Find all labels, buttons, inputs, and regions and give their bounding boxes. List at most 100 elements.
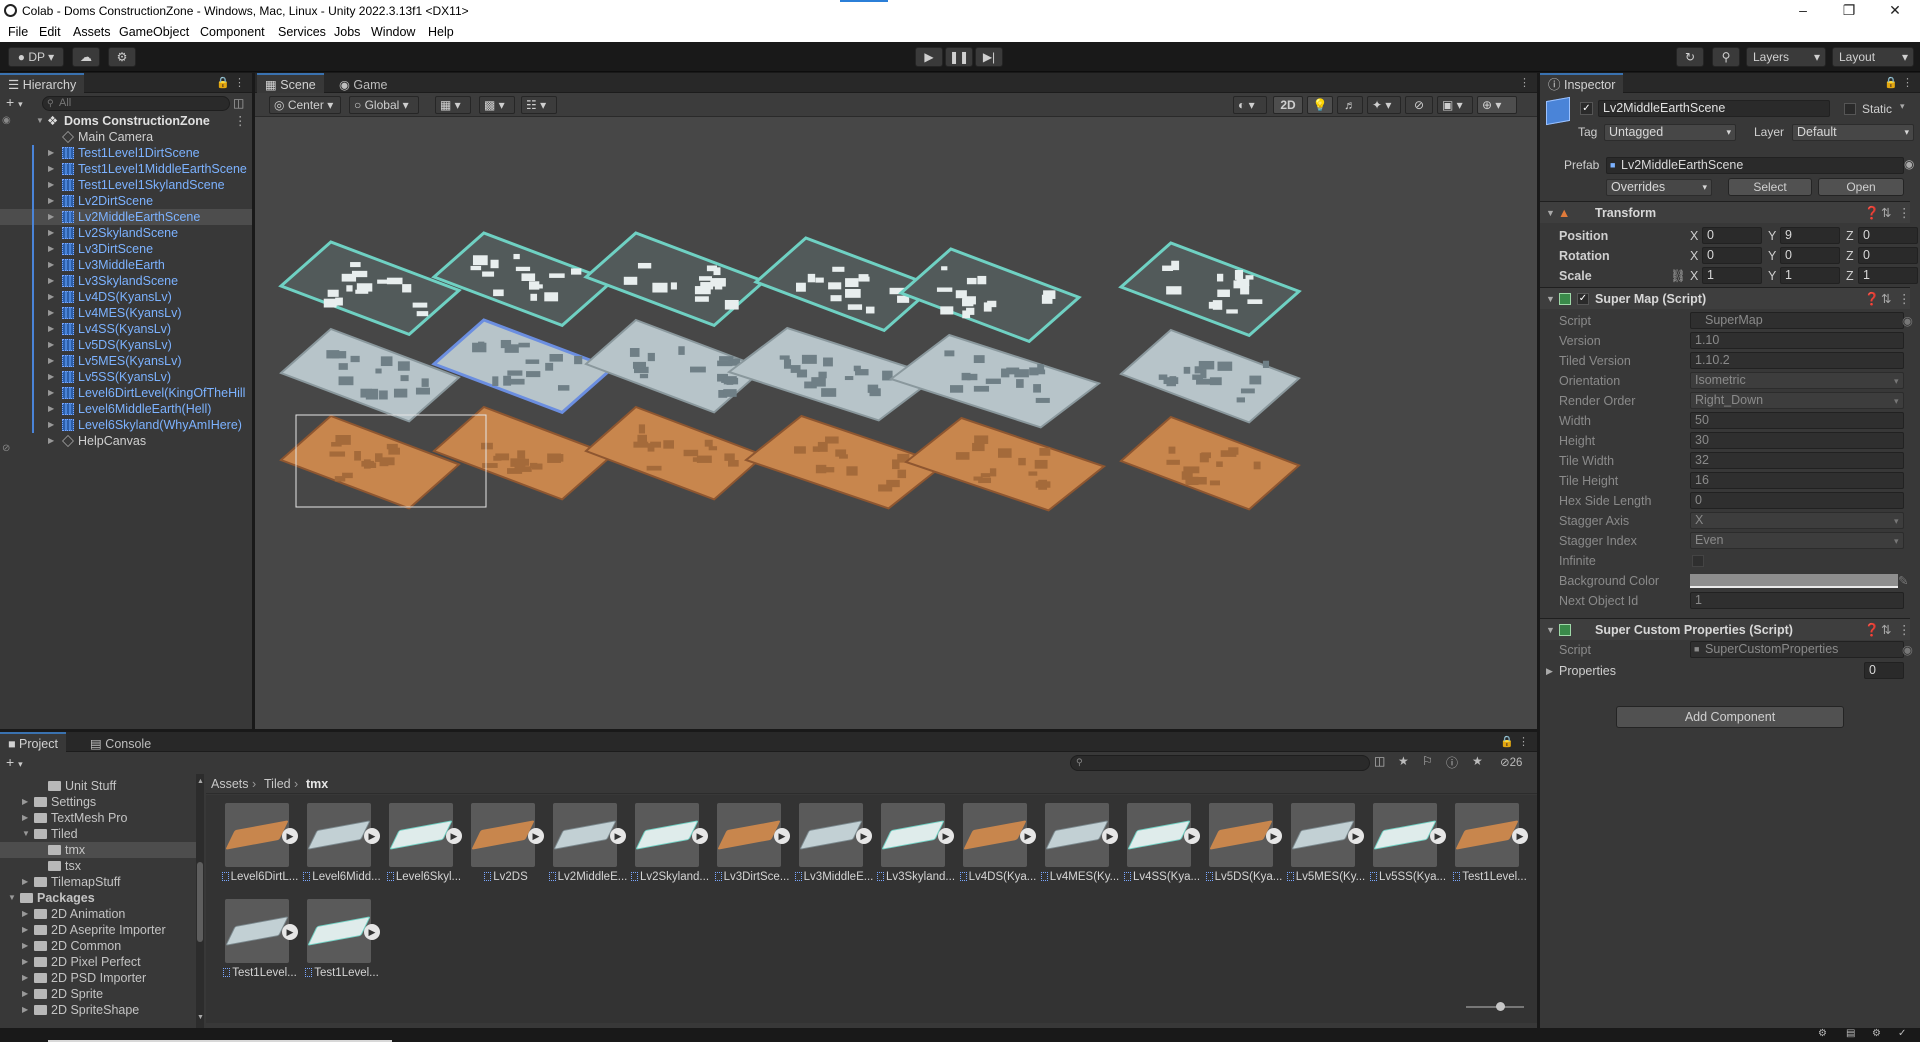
expand-arrow-icon[interactable]: ▼	[8, 890, 16, 906]
breadcrumb-assets[interactable]: Assets	[211, 774, 249, 794]
supermap-field-value[interactable]: 50	[1690, 412, 1904, 429]
tab-game[interactable]: ◉ Game	[331, 73, 395, 93]
bug-icon[interactable]: ⚙	[1872, 1028, 1881, 1039]
history-button[interactable]: ↻	[1676, 47, 1704, 67]
foldout-arrow-icon[interactable]: ▶	[1546, 662, 1553, 680]
more-icon[interactable]: ⋮	[1898, 202, 1911, 224]
hidden-icon[interactable]: ⊘	[2, 443, 10, 454]
hierarchy-item[interactable]: ▶ Test1Level1MiddleEarthScene	[0, 161, 252, 177]
expand-arrow-icon[interactable]: ▶	[48, 177, 58, 193]
expand-arrow-icon[interactable]: ▶	[48, 369, 58, 385]
audio-button[interactable]: ♬	[1337, 96, 1363, 114]
position-y-field[interactable]: 9	[1780, 227, 1840, 244]
supermap-field-value[interactable]: 32	[1690, 452, 1904, 469]
hierarchy-item[interactable]: Main Camera	[0, 129, 252, 145]
supermap-header[interactable]: ▼ ✓ Super Map (Script) ❓ ⇅ ⋮	[1540, 287, 1911, 310]
scene-viewport[interactable]	[255, 117, 1537, 729]
create-button[interactable]: + ▾	[6, 95, 42, 111]
debug-icon[interactable]: ⚙	[1818, 1028, 1827, 1039]
tab-project[interactable]: ■ Project	[0, 732, 66, 752]
menu-assets[interactable]: Assets	[73, 25, 111, 39]
help-icon[interactable]: ❓	[1864, 202, 1880, 224]
expand-asset-icon[interactable]: ▶	[1102, 828, 1118, 844]
breadcrumb-tiled[interactable]: Tiled	[264, 774, 291, 794]
expand-arrow-icon[interactable]: ▼	[36, 113, 46, 129]
tag-icon[interactable]: ⚐	[1422, 754, 1433, 768]
step-button[interactable]: ▶|	[975, 47, 1003, 67]
expand-arrow-icon[interactable]: ▶	[22, 954, 28, 970]
scale-y-field[interactable]: 1	[1780, 267, 1840, 284]
info-icon[interactable]: ⓘ	[1446, 754, 1458, 771]
supermap-field-value[interactable]: Right_Down	[1690, 392, 1904, 409]
expand-asset-icon[interactable]: ▶	[1430, 828, 1446, 844]
breadcrumb-tmx[interactable]: tmx	[306, 774, 328, 794]
position-x-field[interactable]: 0	[1702, 227, 1762, 244]
asset-item[interactable]: ▶ Lv2MiddleE...	[548, 801, 628, 889]
expand-arrow-icon[interactable]: ▶	[48, 433, 58, 449]
expand-asset-icon[interactable]: ▶	[938, 828, 954, 844]
help-icon[interactable]: ❓	[1864, 619, 1880, 641]
hierarchy-item[interactable]: ▶ Test1Level1SkylandScene	[0, 177, 252, 193]
effects-button[interactable]: ✦ ▾	[1367, 96, 1401, 114]
snap-increment-button[interactable]: ▩ ▾	[479, 96, 515, 114]
more-icon[interactable]: ⋮	[1518, 735, 1529, 748]
folder-tree-item[interactable]: ▼ Tiled	[0, 826, 196, 842]
folder-tree-item[interactable]: ▶ 2D Aseprite Importer	[0, 922, 196, 938]
expand-arrow-icon[interactable]: ▶	[48, 193, 58, 209]
hidden-objects-button[interactable]: ⊘	[1405, 96, 1433, 114]
lighting-button[interactable]: 💡	[1307, 96, 1333, 114]
hierarchy-item[interactable]: ▶ Lv2DirtScene	[0, 193, 252, 209]
asset-item[interactable]: ▶ Lv2Skyland...	[630, 801, 710, 889]
foldout-arrow-icon[interactable]: ▼	[1546, 619, 1555, 641]
scroll-up-icon[interactable]: ▲	[197, 778, 204, 785]
lock-icon[interactable]: 🔒	[1884, 76, 1898, 89]
tab-inspector[interactable]: ⓘ Inspector	[1540, 73, 1624, 93]
expand-asset-icon[interactable]: ▶	[774, 828, 790, 844]
infinite-checkbox[interactable]	[1692, 555, 1704, 567]
scale-z-field[interactable]: 1	[1858, 267, 1918, 284]
hierarchy-item[interactable]: ▶ Lv3DirtScene	[0, 241, 252, 257]
constrain-proportions-icon[interactable]: ⛓	[1670, 267, 1686, 285]
menu-edit[interactable]: Edit	[39, 25, 61, 39]
asset-item[interactable]: ▶ Lv5DS(Kya...	[1204, 801, 1284, 889]
object-picker-icon[interactable]: ◉	[1902, 312, 1913, 330]
expand-asset-icon[interactable]: ▶	[446, 828, 462, 844]
expand-arrow-icon[interactable]: ▶	[48, 385, 58, 401]
hierarchy-item[interactable]: ▶ Lv5DS(KyansLv)	[0, 337, 252, 353]
filter-by-label-icon[interactable]: ★	[1398, 754, 1409, 768]
select-button[interactable]: Select	[1728, 178, 1812, 196]
asset-item[interactable]: ▶ Test1Level...	[220, 897, 300, 985]
menu-gameobject[interactable]: GameObject	[119, 25, 189, 39]
custom-script-field[interactable]: ■ SuperCustomProperties	[1690, 641, 1904, 658]
asset-item[interactable]: ▶ Lv4SS(Kya...	[1122, 801, 1202, 889]
supermap-field-value[interactable]: SuperMap	[1690, 312, 1904, 329]
layers-dropdown[interactable]: Layers ▾	[1746, 47, 1826, 67]
hierarchy-item[interactable]: ▶ Level6Skyland(WhyAmIHere)	[0, 417, 252, 433]
properties-row[interactable]: ▶ Properties 0	[1540, 662, 1910, 680]
project-search-input[interactable]: ⚲	[1070, 755, 1370, 771]
menu-services[interactable]: Services	[278, 25, 326, 39]
cache-icon[interactable]: ▤	[1846, 1028, 1855, 1039]
hierarchy-search-input[interactable]: ⚲ All	[42, 96, 230, 111]
hierarchy-item[interactable]: ▶ Lv2MiddleEarthScene	[0, 209, 252, 225]
hierarchy-item[interactable]: ▶ Lv3SkylandScene	[0, 273, 252, 289]
hidden-count[interactable]: ⊘26	[1500, 755, 1522, 769]
expand-arrow-icon[interactable]: ▶	[48, 257, 58, 273]
asset-item[interactable]: ▶ Level6Skyl...	[384, 801, 464, 889]
folder-tree-item[interactable]: ▶ 2D PSD Importer	[0, 970, 196, 986]
asset-item[interactable]: ▶ Lv5SS(Kya...	[1368, 801, 1448, 889]
position-z-field[interactable]: 0	[1858, 227, 1918, 244]
asset-item[interactable]: ▶ Test1Level...	[1450, 801, 1530, 889]
expand-arrow-icon[interactable]: ▶	[48, 273, 58, 289]
enabled-checkbox[interactable]: ✓	[1577, 293, 1589, 305]
folder-tree-item[interactable]: ▶ 2D Common	[0, 938, 196, 954]
expand-asset-icon[interactable]: ▶	[1266, 828, 1282, 844]
account-button[interactable]: ● DP ▾	[8, 47, 64, 67]
foldout-arrow-icon[interactable]: ▼	[1546, 288, 1555, 310]
asset-item[interactable]: ▶ Level6Midd...	[302, 801, 382, 889]
draw-mode-button[interactable]: ◐ ▾	[1233, 96, 1267, 114]
rotation-y-field[interactable]: 0	[1780, 247, 1840, 264]
hierarchy-item[interactable]: ▶ Test1Level1DirtScene	[0, 145, 252, 161]
prefab-field[interactable]: ■ Lv2MiddleEarthScene	[1606, 157, 1904, 174]
expand-arrow-icon[interactable]: ▶	[48, 225, 58, 241]
